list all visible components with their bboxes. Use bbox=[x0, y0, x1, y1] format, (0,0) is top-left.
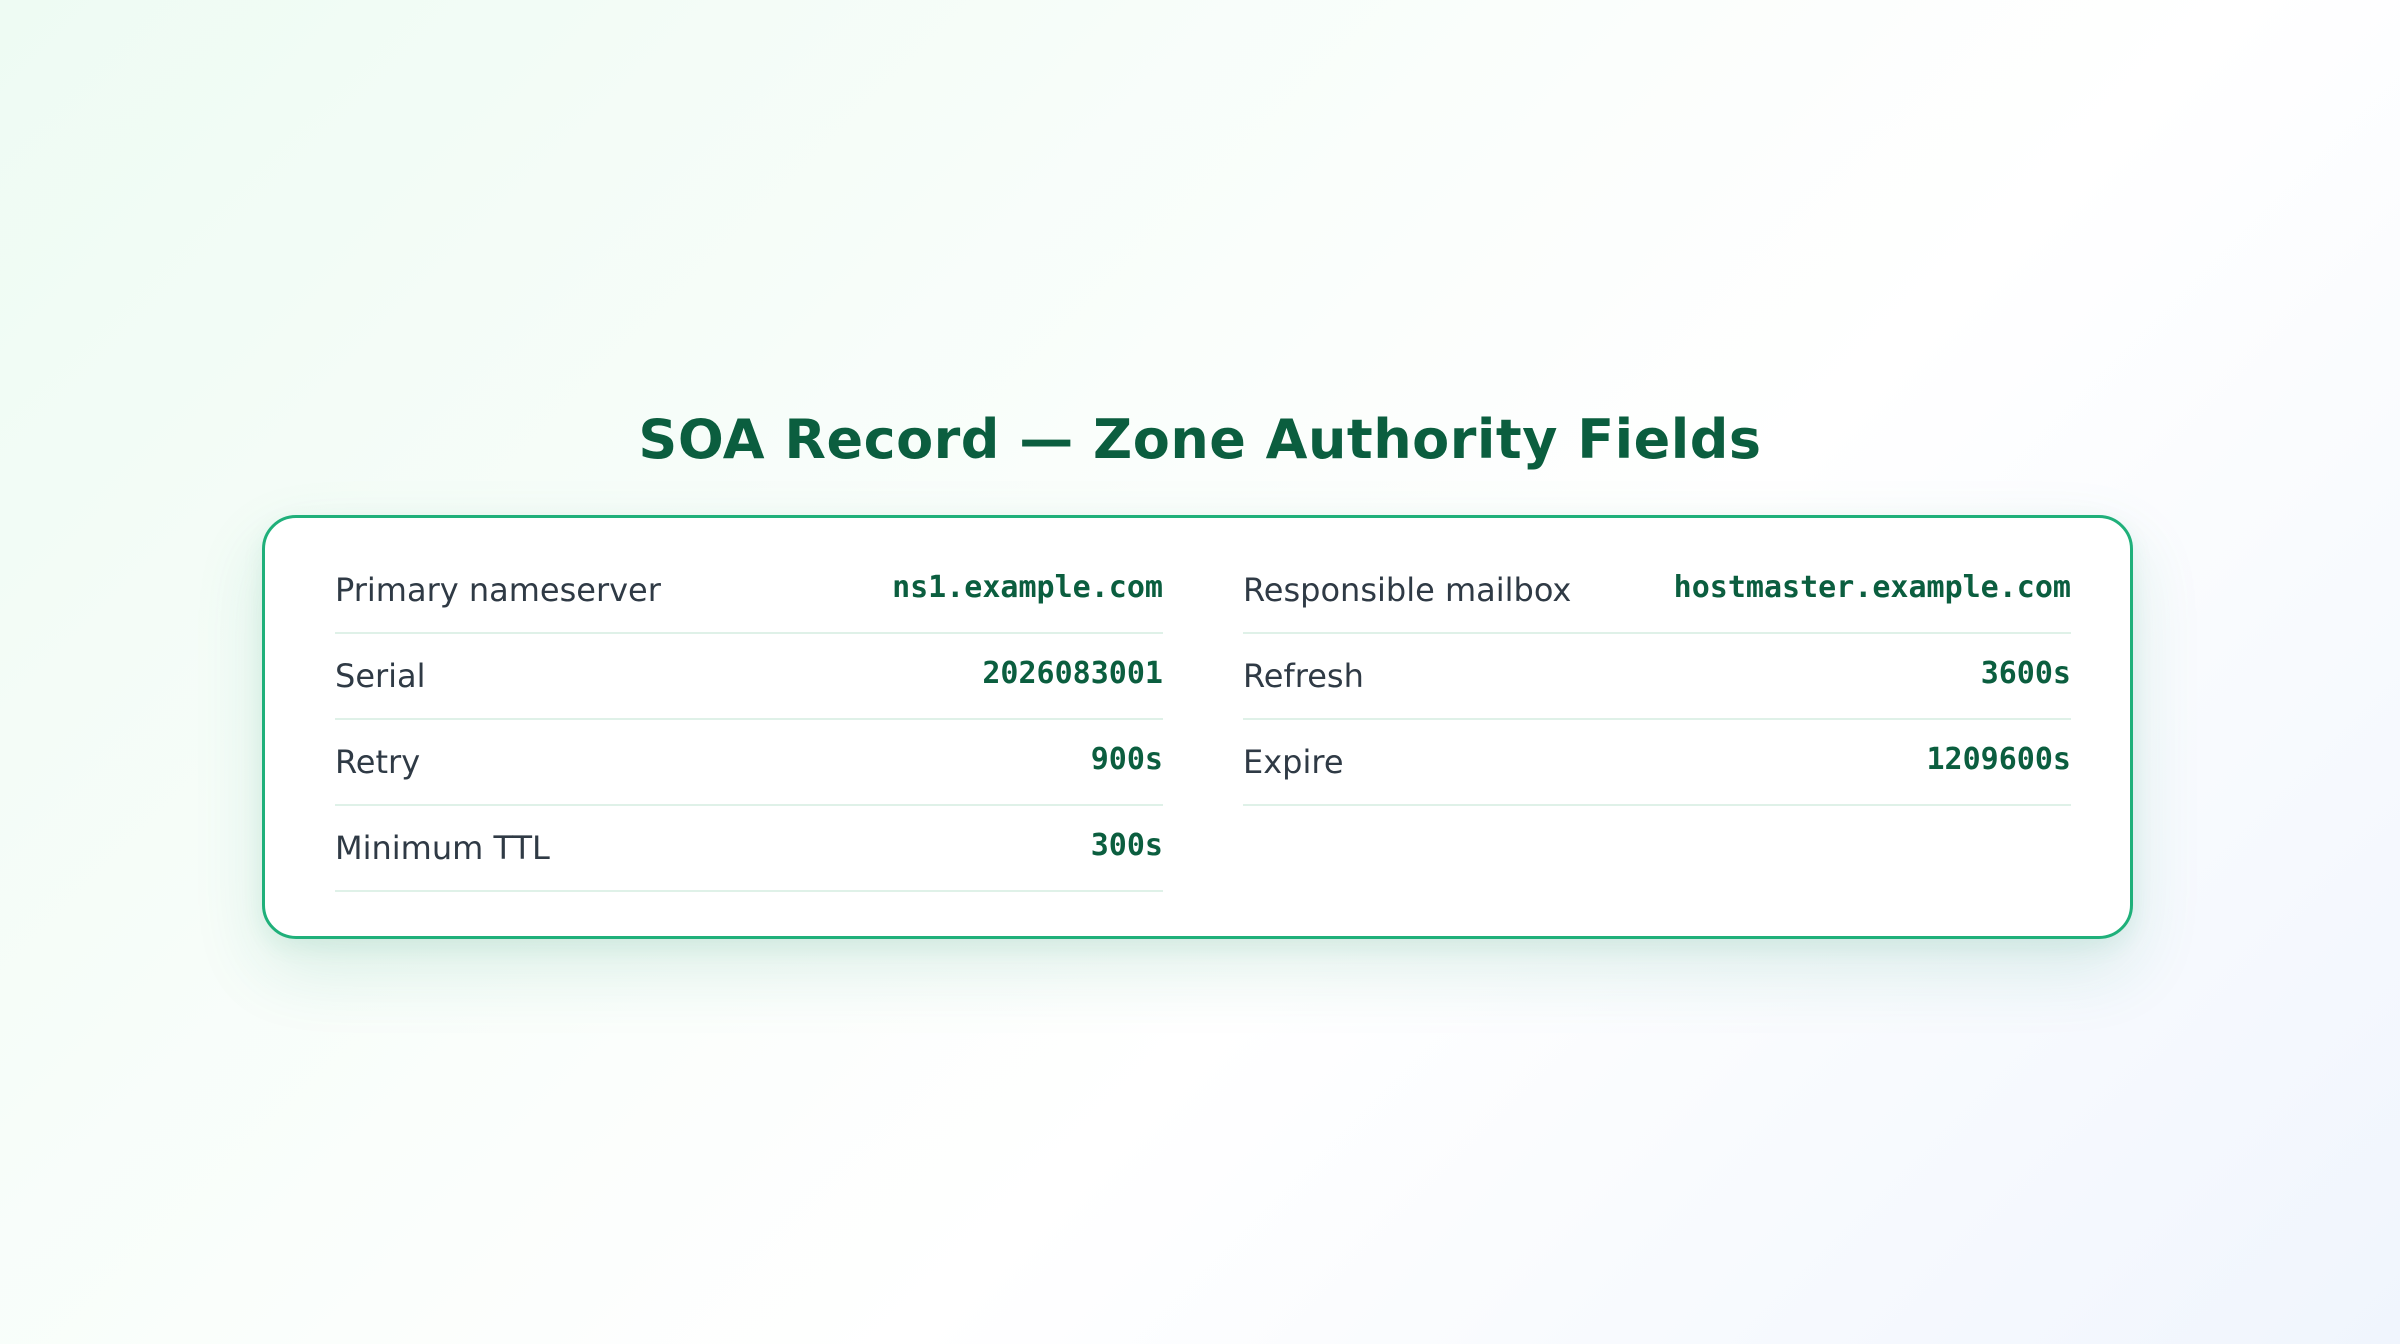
field-row-expire: Expire 1209600s bbox=[1243, 720, 2071, 806]
field-row-minimum-ttl: Minimum TTL 300s bbox=[335, 806, 1163, 892]
field-label: Responsible mailbox bbox=[1243, 571, 1572, 609]
field-value: 1209600s bbox=[1926, 741, 2072, 777]
field-row-serial: Serial 2026083001 bbox=[335, 634, 1163, 720]
field-row-responsible-mailbox: Responsible mailbox hostmaster.example.c… bbox=[1243, 548, 2071, 634]
field-value: hostmaster.example.com bbox=[1673, 569, 2071, 605]
field-value: 2026083001 bbox=[982, 655, 1163, 691]
field-label: Retry bbox=[335, 743, 421, 781]
field-row-refresh: Refresh 3600s bbox=[1243, 634, 2071, 720]
field-value: ns1.example.com bbox=[892, 569, 1163, 605]
soa-record-card: Primary nameserver ns1.example.com Respo… bbox=[262, 515, 2133, 939]
field-label: Primary nameserver bbox=[335, 571, 661, 609]
field-row-retry: Retry 900s bbox=[335, 720, 1163, 806]
field-label: Minimum TTL bbox=[335, 829, 550, 867]
field-label: Serial bbox=[335, 657, 426, 695]
field-value: 3600s bbox=[1980, 655, 2071, 691]
field-label: Expire bbox=[1243, 743, 1344, 781]
field-value: 900s bbox=[1090, 741, 1163, 777]
field-row-primary-nameserver: Primary nameserver ns1.example.com bbox=[335, 548, 1163, 634]
page-title: SOA Record — Zone Authority Fields bbox=[638, 408, 1762, 471]
field-label: Refresh bbox=[1243, 657, 1364, 695]
soa-fields-grid: Primary nameserver ns1.example.com Respo… bbox=[335, 548, 2071, 892]
field-value: 300s bbox=[1090, 827, 1163, 863]
